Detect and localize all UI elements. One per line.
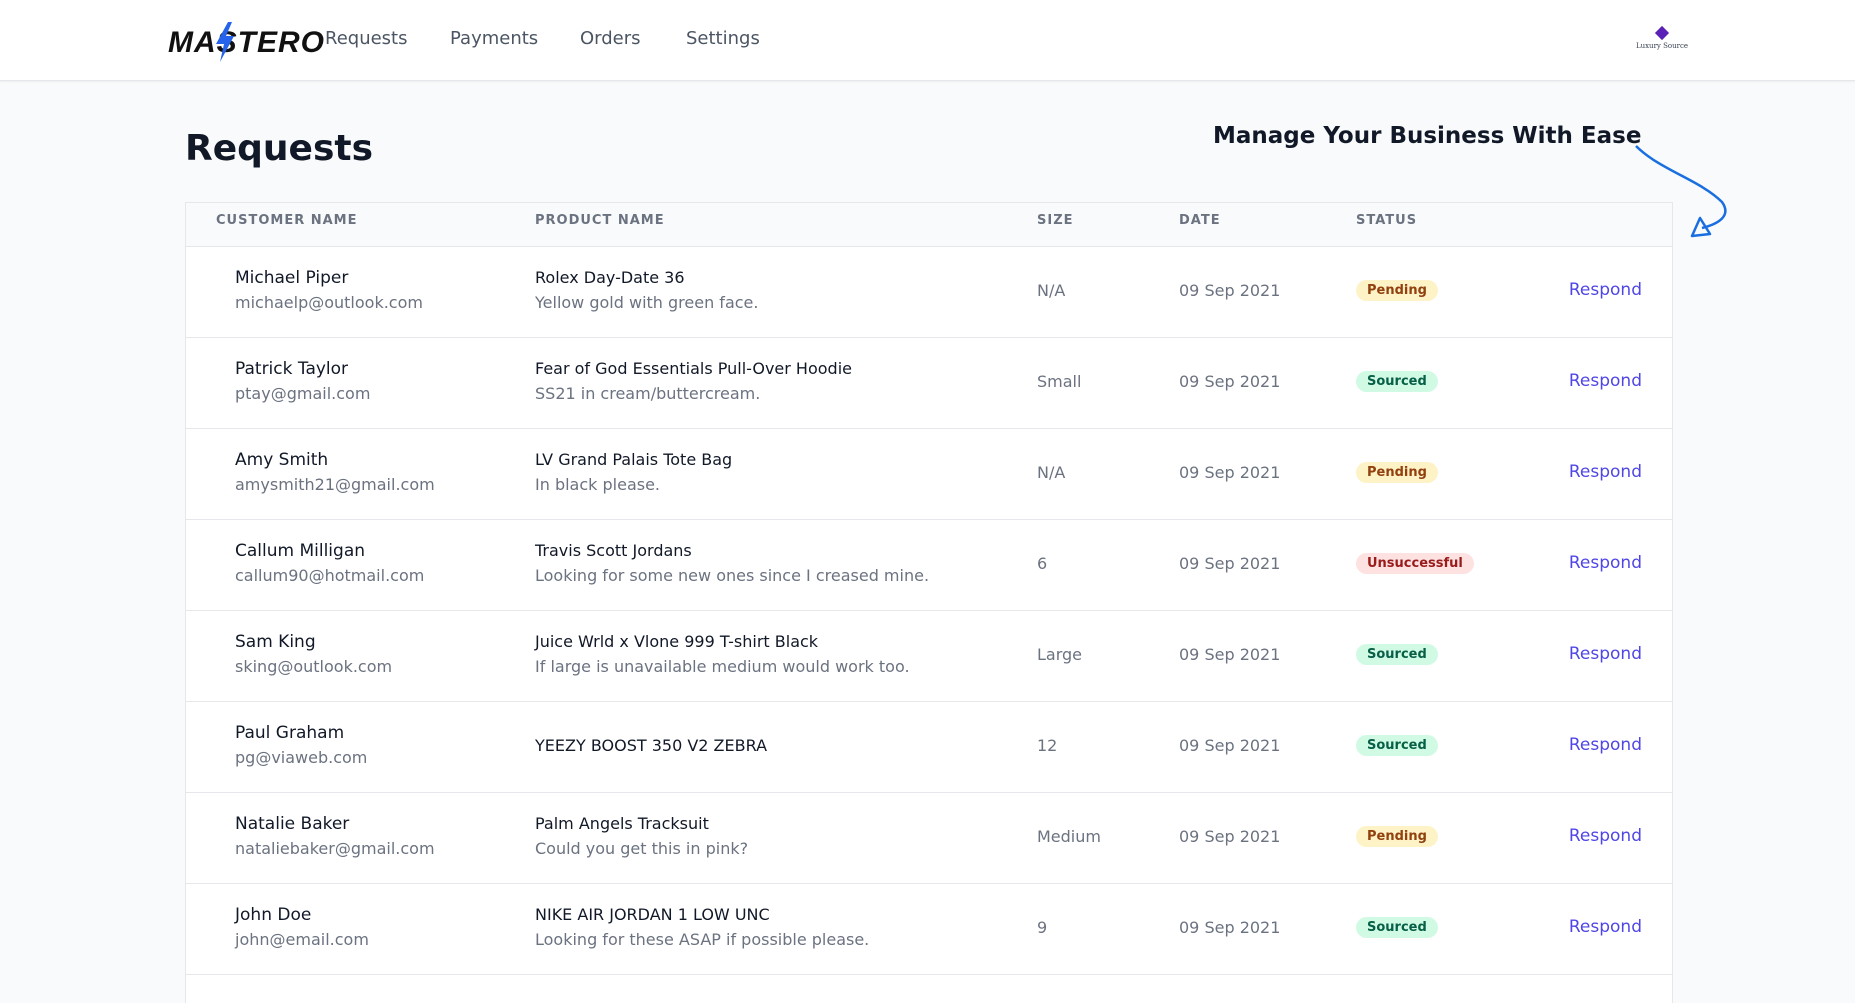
table-header: CUSTOMER NAME PRODUCT NAME SIZE DATE STA…: [186, 203, 1672, 247]
table-row: Natalie Baker nataliebaker@gmail.com Palm …: [186, 793, 1672, 884]
size-value: Large: [1037, 645, 1083, 664]
customer-name: Paul Graham: [235, 723, 345, 743]
date-value: 09 Sep 2021: [1179, 736, 1281, 755]
customer-email: michaelp@outlook.com: [235, 293, 423, 312]
date-value: 09 Sep 2021: [1179, 827, 1281, 846]
customer-name: Natalie Baker: [235, 814, 350, 834]
customer-name: Michael Piper: [235, 268, 349, 288]
respond-link[interactable]: Respond: [1569, 735, 1642, 755]
account-brand-label: Luxury Source: [1635, 42, 1689, 50]
product-note: Looking for these ASAP if possible pleas…: [535, 930, 870, 949]
table-row: Patrick Taylor ptay@gmail.com Fear of God …: [186, 338, 1672, 429]
respond-link[interactable]: Respond: [1569, 371, 1642, 391]
product-name: Fear of God Essentials Pull-Over Hoodie: [535, 359, 852, 378]
page-title: Requests: [185, 128, 374, 169]
customer-email: ptay@gmail.com: [235, 384, 371, 403]
status-badge: Pending: [1356, 826, 1438, 847]
customer-email: john@email.com: [235, 930, 369, 949]
status-badge: Sourced: [1356, 644, 1438, 665]
size-value: 12: [1037, 736, 1058, 755]
customer-name: Callum Milligan: [235, 541, 366, 561]
product-name: NIKE AIR JORDAN 1 LOW UNC: [535, 905, 770, 924]
product-note: Could you get this in pink?: [535, 839, 749, 858]
customer-email: nataliebaker@gmail.com: [235, 839, 435, 858]
product-name: Juice Wrld x Vlone 999 T-shirt Black: [535, 632, 819, 651]
status-badge: Sourced: [1356, 371, 1438, 392]
nav-payments[interactable]: Payments: [450, 28, 538, 49]
size-value: 6: [1037, 554, 1048, 573]
customer-name: Patrick Taylor: [235, 359, 349, 379]
col-status: STATUS: [1356, 213, 1418, 228]
col-size: SIZE: [1037, 213, 1074, 228]
account-brand-badge[interactable]: Luxury Source: [1634, 25, 1690, 56]
nav-settings[interactable]: Settings: [686, 28, 760, 49]
table-row: Michael Piper michaelp@outlook.com Rolex D…: [186, 247, 1672, 338]
customer-email: amysmith21@gmail.com: [235, 475, 435, 494]
status-badge: Sourced: [1356, 917, 1438, 938]
col-product-name: PRODUCT NAME: [535, 213, 665, 228]
product-note: Yellow gold with green face.: [535, 293, 759, 312]
date-value: 09 Sep 2021: [1179, 645, 1281, 664]
date-value: 09 Sep 2021: [1179, 554, 1281, 573]
size-value: 9: [1037, 918, 1048, 937]
respond-link[interactable]: Respond: [1569, 826, 1642, 846]
product-note: SS21 in cream/buttercream.: [535, 384, 761, 403]
product-note: In black please.: [535, 475, 661, 494]
table-row: Paul Graham pg@viaweb.com YEEZY BOOST 350 …: [186, 702, 1672, 793]
size-value: Medium: [1037, 827, 1101, 846]
status-badge: Pending: [1356, 462, 1438, 483]
col-date: DATE: [1179, 213, 1221, 228]
customer-name: John Doe: [235, 905, 312, 925]
table-row: John Doe john@email.com NIKE AIR JORDAN 1 …: [186, 884, 1672, 975]
status-badge: Unsuccessful: [1356, 553, 1474, 574]
table-row: Sam King sking@outlook.com Juice Wrld x Vl…: [186, 611, 1672, 702]
size-value: N/A: [1037, 463, 1066, 482]
status-badge: Sourced: [1356, 735, 1438, 756]
customer-email: callum90@hotmail.com: [235, 566, 425, 585]
date-value: 09 Sep 2021: [1179, 463, 1281, 482]
respond-link[interactable]: Respond: [1569, 553, 1642, 573]
date-value: 09 Sep 2021: [1179, 281, 1281, 300]
customer-name: Sam King: [235, 632, 316, 652]
table-row: Amy Smith amysmith21@gmail.com LV Grand Pa…: [186, 429, 1672, 520]
product-name: YEEZY BOOST 350 V2 ZEBRA: [535, 736, 768, 755]
nav-requests[interactable]: Requests: [325, 28, 408, 49]
mastero-logo[interactable]: MASTERO: [168, 22, 324, 62]
diamond-icon: [1654, 25, 1670, 41]
size-value: N/A: [1037, 281, 1066, 300]
respond-link[interactable]: Respond: [1569, 280, 1642, 300]
date-value: 09 Sep 2021: [1179, 372, 1281, 391]
lightning-bolt-icon: [216, 22, 234, 62]
size-value: Small: [1037, 372, 1082, 391]
respond-link[interactable]: Respond: [1569, 917, 1642, 937]
customer-email: sking@outlook.com: [235, 657, 393, 676]
respond-link[interactable]: Respond: [1569, 462, 1642, 482]
product-name: LV Grand Palais Tote Bag: [535, 450, 733, 469]
nav-orders[interactable]: Orders: [580, 28, 641, 49]
product-name: Rolex Day-Date 36: [535, 268, 685, 287]
respond-link[interactable]: Respond: [1569, 644, 1642, 664]
product-note: If large is unavailable medium would wor…: [535, 657, 910, 676]
product-name: Travis Scott Jordans: [535, 541, 692, 560]
table-row: Callum Milligan callum90@hotmail.com Travi…: [186, 520, 1672, 611]
tagline: Manage Your Business With Ease: [1213, 123, 1642, 149]
product-name: Palm Angels Tracksuit: [535, 814, 709, 833]
date-value: 09 Sep 2021: [1179, 918, 1281, 937]
col-customer-name: CUSTOMER NAME: [216, 213, 358, 228]
customer-email: pg@viaweb.com: [235, 748, 368, 767]
requests-table: CUSTOMER NAME PRODUCT NAME SIZE DATE STA…: [185, 202, 1673, 1003]
top-navigation-bar: MASTERO Requests Payments Orders Setting…: [0, 0, 1855, 81]
logo-text: MASTERO: [168, 26, 325, 59]
product-note: Looking for some new ones since I crease…: [535, 566, 930, 585]
status-badge: Pending: [1356, 280, 1438, 301]
customer-name: Amy Smith: [235, 450, 329, 470]
